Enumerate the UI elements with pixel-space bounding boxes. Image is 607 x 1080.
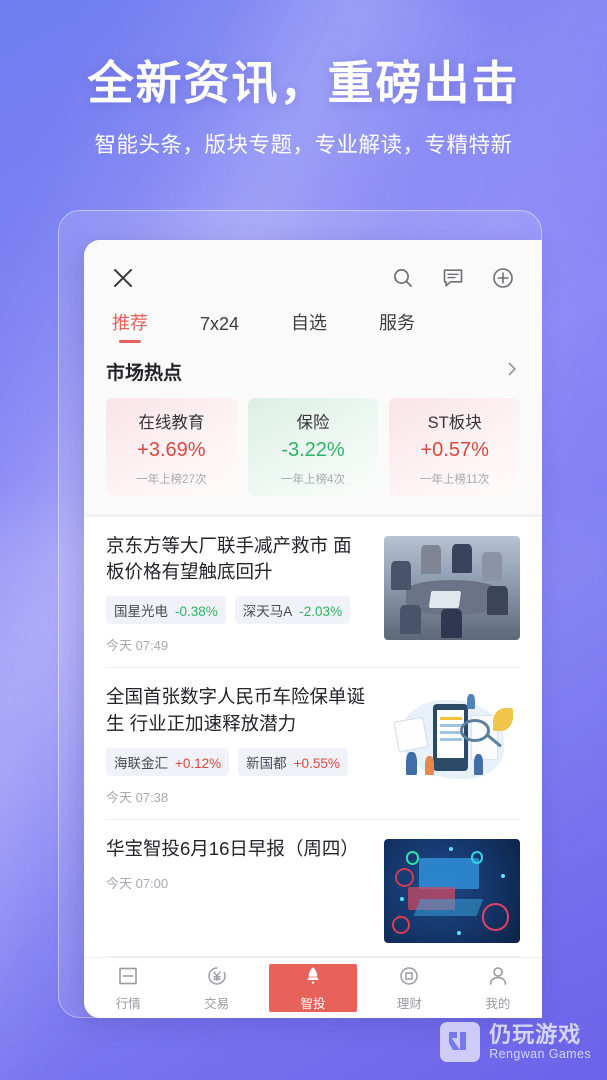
header-icon-group bbox=[386, 261, 520, 295]
hotspot-card-name: ST板块 bbox=[427, 414, 482, 433]
stock-tag[interactable]: 新国都 +0.55% bbox=[238, 748, 348, 776]
hotspot-title: 市场热点 bbox=[106, 363, 183, 385]
news-item[interactable]: 华宝智投6月16日早报（周四） 今天 07:00 bbox=[106, 820, 520, 957]
market-hotspot-section: 市场热点 在线教育 +3.69% 一年上榜27次 保险 -3.22% 一年上榜4… bbox=[84, 344, 542, 515]
news-timestamp: 今天 07:38 bbox=[106, 790, 169, 805]
tab-services[interactable]: 服务 bbox=[379, 309, 415, 344]
chart-square-icon bbox=[116, 964, 140, 988]
news-thumbnail bbox=[384, 839, 520, 943]
stock-tag-name: 新国都 bbox=[246, 756, 287, 771]
watermark-text: 仍玩游戏 Rengwan Games bbox=[489, 1021, 591, 1062]
nav-item-label: 交易 bbox=[204, 997, 230, 1011]
tab-watchlist[interactable]: 自选 bbox=[291, 309, 327, 344]
yuan-circle-icon bbox=[205, 964, 229, 988]
stock-tag-change: +0.12% bbox=[175, 756, 222, 771]
hotspot-card-change: +0.57% bbox=[420, 439, 489, 462]
tab-recommend[interactable]: 推荐 bbox=[112, 309, 148, 344]
hotspot-card[interactable]: 保险 -3.22% 一年上榜4次 bbox=[247, 398, 379, 497]
header-toolbar bbox=[106, 256, 520, 300]
news-thumbnail bbox=[384, 687, 520, 792]
hotspot-card-change: +3.69% bbox=[137, 439, 206, 462]
hotspot-card-change: -3.22% bbox=[281, 439, 345, 462]
search-icon[interactable] bbox=[386, 261, 420, 295]
hotspot-card-list: 在线教育 +3.69% 一年上榜27次 保险 -3.22% 一年上榜4次 ST板… bbox=[106, 398, 521, 497]
nav-item-label: 我的 bbox=[485, 997, 511, 1011]
hotspot-card-note: 一年上榜27次 bbox=[136, 474, 207, 487]
stock-tag[interactable]: 国星光电 -0.38% bbox=[106, 596, 226, 625]
rengwan-logo-icon bbox=[440, 1022, 481, 1062]
hotspot-card[interactable]: 在线教育 +3.69% 一年上榜27次 bbox=[106, 398, 237, 497]
person-icon bbox=[486, 964, 510, 988]
nav-item-label: 智投 bbox=[300, 997, 326, 1011]
news-content: 华宝智投6月16日早报（周四） 今天 07:00 bbox=[106, 836, 370, 943]
stock-tag-change: -2.03% bbox=[299, 604, 343, 620]
stock-tag-name: 深天马A bbox=[242, 604, 293, 620]
chevron-right-icon[interactable] bbox=[504, 361, 520, 382]
close-icon[interactable] bbox=[106, 261, 140, 295]
news-title: 京东方等大厂联手减产救市 面板价格有望触底回升 bbox=[106, 534, 352, 583]
plus-circle-icon[interactable] bbox=[486, 261, 520, 295]
nav-item-smart-invest[interactable]: 智投 bbox=[268, 964, 358, 1012]
nav-item-label: 行情 bbox=[115, 997, 141, 1011]
hero-subtitle: 智能头条，版块专题，专业解读，专精特新 bbox=[94, 133, 513, 158]
nav-item-trade[interactable]: 交易 bbox=[172, 958, 260, 1018]
news-content: 京东方等大厂联手减产救市 面板价格有望触底回升 国星光电 -0.38% 深天马A -… bbox=[106, 533, 370, 655]
news-title: 华宝智投6月16日早报（周四） bbox=[106, 838, 359, 859]
news-item[interactable]: 京东方等大厂联手减产救市 面板价格有望触底回升 国星光电 -0.38% 深天马A -… bbox=[106, 517, 520, 669]
stock-tag-change: -0.38% bbox=[175, 604, 218, 620]
rocket-icon bbox=[301, 964, 325, 988]
hotspot-card-note: 一年上榜11次 bbox=[419, 474, 490, 487]
hotspot-card-note: 一年上榜4次 bbox=[281, 474, 345, 487]
square-circle-icon bbox=[397, 964, 421, 988]
nav-item-label: 理财 bbox=[396, 997, 422, 1011]
hotspot-card-name: 保险 bbox=[296, 414, 330, 433]
news-title: 全国首张数字人民币车险保单诞生 行业正加速释放潜力 bbox=[106, 686, 366, 734]
bottom-navigation: 行情 交易 智投 理财 我的 bbox=[84, 957, 542, 1018]
tab-7x24[interactable]: 7x24 bbox=[200, 314, 239, 344]
hotspot-card[interactable]: ST板块 +0.57% 一年上榜11次 bbox=[389, 398, 521, 497]
hero-banner: 全新资讯，重磅出击 智能头条，版块专题，专业解读，专精特新 bbox=[0, 0, 607, 159]
stock-tag-name: 国星光电 bbox=[114, 604, 168, 620]
app-header: 推荐 7x24 自选 服务 bbox=[84, 240, 542, 344]
nav-item-finance[interactable]: 理财 bbox=[365, 958, 453, 1018]
hero-title: 全新资讯，重磅出击 bbox=[87, 57, 520, 109]
nav-item-market[interactable]: 行情 bbox=[84, 958, 172, 1018]
watermark: 仍玩游戏 Rengwan Games bbox=[440, 1022, 591, 1062]
nav-item-profile[interactable]: 我的 bbox=[454, 958, 542, 1018]
stock-tag-name: 海联金汇 bbox=[114, 756, 168, 771]
tab-bar: 推荐 7x24 自选 服务 bbox=[106, 300, 520, 344]
watermark-en: Rengwan Games bbox=[489, 1047, 591, 1062]
hotspot-card-name: 在线教育 bbox=[138, 414, 205, 433]
news-list: 京东方等大厂联手减产救市 面板价格有望触底回升 国星光电 -0.38% 深天马A -… bbox=[84, 516, 542, 957]
news-thumbnail bbox=[384, 535, 520, 640]
hotspot-header[interactable]: 市场热点 bbox=[106, 358, 520, 385]
news-timestamp: 今天 07:00 bbox=[106, 876, 169, 892]
news-tag-list: 国星光电 -0.38% 深天马A -2.03% bbox=[106, 596, 370, 625]
stock-tag[interactable]: 海联金汇 +0.12% bbox=[106, 748, 230, 776]
watermark-cn: 仍玩游戏 bbox=[489, 1021, 582, 1047]
news-timestamp: 今天 07:49 bbox=[106, 638, 169, 654]
news-item[interactable]: 全国首张数字人民币车险保单诞生 行业正加速释放潜力 海联金汇 +0.12% 新国都… bbox=[106, 668, 520, 820]
news-tag-list: 海联金汇 +0.12% 新国都 +0.55% bbox=[106, 748, 370, 776]
news-content: 全国首张数字人民币车险保单诞生 行业正加速释放潜力 海联金汇 +0.12% 新国都… bbox=[106, 684, 370, 806]
comment-icon[interactable] bbox=[436, 261, 470, 295]
app-screenshot-card: 推荐 7x24 自选 服务 市场热点 在线教育 +3.69% 一年上榜27次 保… bbox=[84, 240, 542, 1018]
stock-tag[interactable]: 深天马A -2.03% bbox=[234, 596, 351, 625]
stock-tag-change: +0.55% bbox=[293, 756, 340, 771]
